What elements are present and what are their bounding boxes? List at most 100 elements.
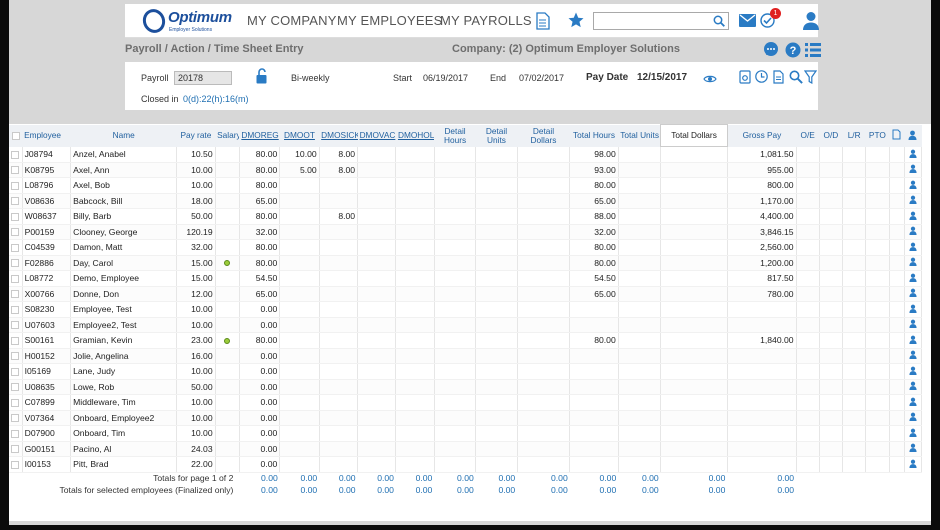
- table-row[interactable]: U08635 Lowe, Rob 50.00 0.00: [9, 379, 923, 395]
- dmovac-cell[interactable]: [357, 270, 397, 287]
- person-icon[interactable]: [909, 319, 917, 329]
- select-all-checkbox[interactable]: [9, 125, 22, 147]
- dmoot-cell[interactable]: [279, 224, 320, 240]
- dmohols-cell[interactable]: [395, 208, 435, 225]
- col-dmoreg[interactable]: DMOREG: [239, 125, 279, 147]
- dmohols-cell[interactable]: [395, 441, 435, 457]
- dmoreg-cell[interactable]: 80.00: [239, 208, 281, 225]
- dmovac-cell[interactable]: [357, 255, 397, 271]
- dmoreg-cell[interactable]: 0.00: [239, 410, 281, 426]
- dmoot-cell[interactable]: [279, 177, 320, 194]
- dmoreg-cell[interactable]: 0.00: [239, 301, 281, 318]
- person-link-cell[interactable]: [904, 425, 923, 442]
- dmosick-cell[interactable]: [319, 301, 359, 318]
- dmoot-cell[interactable]: [279, 317, 320, 333]
- employee-id[interactable]: L08772: [22, 270, 72, 287]
- row-checkbox[interactable]: [9, 317, 23, 333]
- person-link-cell[interactable]: [904, 379, 923, 395]
- dmosick-cell[interactable]: [319, 193, 359, 209]
- employee-id[interactable]: C04539: [22, 239, 72, 256]
- col-detail-dollars[interactable]: Detail Dollars: [517, 125, 570, 147]
- row-checkbox[interactable]: [9, 441, 23, 457]
- employee-id[interactable]: C07899: [22, 394, 72, 411]
- dmosick-cell[interactable]: [319, 425, 359, 442]
- dmosick-cell[interactable]: [319, 441, 359, 457]
- row-checkbox[interactable]: [9, 162, 23, 178]
- search-input[interactable]: [593, 12, 729, 30]
- payroll-number-field[interactable]: 20178: [174, 71, 232, 85]
- row-checkbox[interactable]: [9, 379, 23, 395]
- col-detail-hours[interactable]: Detail Hours: [434, 125, 475, 147]
- calculate-icon[interactable]: [755, 70, 768, 83]
- notes-icon[interactable]: [892, 129, 901, 140]
- person-icon[interactable]: [909, 211, 917, 220]
- dmosick-cell[interactable]: [319, 255, 359, 271]
- employee-id[interactable]: V08636: [22, 193, 72, 209]
- dmovac-cell[interactable]: [357, 208, 397, 225]
- dmoot-cell[interactable]: 5.00: [279, 162, 320, 178]
- person-link-cell[interactable]: [904, 286, 923, 302]
- dmoreg-cell[interactable]: 0.00: [239, 441, 281, 457]
- col-notes[interactable]: [889, 125, 904, 147]
- employee-name[interactable]: Axel, Ann: [70, 162, 178, 178]
- person-link-cell[interactable]: [904, 348, 923, 364]
- col-total-units[interactable]: Total Units: [618, 125, 660, 147]
- person-link-cell[interactable]: [904, 301, 923, 318]
- employee-name[interactable]: Clooney, George: [70, 224, 178, 240]
- employee-id[interactable]: S08230: [22, 301, 72, 318]
- employee-id[interactable]: G00151: [22, 441, 72, 457]
- table-row[interactable]: C04539 Damon, Matt 32.00 80.00 80.00 2,560.00: [9, 239, 923, 256]
- dmohols-cell[interactable]: [395, 146, 435, 163]
- row-checkbox[interactable]: [9, 146, 23, 163]
- dmoreg-cell[interactable]: 0.00: [239, 363, 281, 380]
- employee-name[interactable]: Damon, Matt: [70, 239, 178, 256]
- dmosick-cell[interactable]: [319, 177, 359, 194]
- dmosick-cell[interactable]: [319, 456, 359, 473]
- dmovac-cell[interactable]: [357, 363, 397, 380]
- dmosick-cell[interactable]: 8.00: [319, 162, 359, 178]
- person-link-cell[interactable]: [904, 193, 923, 209]
- col-pay-rate[interactable]: Pay rate: [177, 125, 215, 147]
- row-checkbox[interactable]: [9, 224, 23, 240]
- row-checkbox[interactable]: [9, 332, 23, 349]
- employee-name[interactable]: Demo, Employee: [70, 270, 178, 287]
- optimum-logo[interactable]: Optimum Employer Solutions: [139, 5, 232, 37]
- col-name[interactable]: Name: [71, 125, 177, 147]
- employee-id[interactable]: I05169: [22, 363, 72, 380]
- person-link-cell[interactable]: [904, 394, 923, 411]
- row-checkbox[interactable]: [9, 286, 23, 302]
- report-icon[interactable]: [773, 70, 784, 84]
- find-icon[interactable]: [789, 70, 803, 84]
- dmosick-cell[interactable]: [319, 317, 359, 333]
- table-row[interactable]: W08637 Billy, Barb 50.00 80.00 8.00 88.00 4,40…: [9, 208, 923, 225]
- person-link-cell[interactable]: [904, 255, 923, 271]
- employee-name[interactable]: Onboard, Employee2: [70, 410, 178, 426]
- dmoot-cell[interactable]: [279, 239, 320, 256]
- dmovac-cell[interactable]: [357, 301, 397, 318]
- employee-name[interactable]: Billy, Barb: [70, 208, 178, 225]
- person-icon[interactable]: [909, 195, 917, 205]
- employee-name[interactable]: Employee2, Test: [70, 317, 178, 333]
- dmohols-cell[interactable]: [395, 193, 435, 209]
- dmohols-cell[interactable]: [395, 425, 435, 442]
- table-row[interactable]: U07603 Employee2, Test 10.00 0.00: [9, 317, 923, 333]
- employee-id[interactable]: L08796: [22, 177, 72, 194]
- employee-name[interactable]: Babcock, Bill: [70, 193, 178, 209]
- dmosick-cell[interactable]: [319, 286, 359, 302]
- col-gross-pay[interactable]: Gross Pay: [727, 125, 796, 147]
- employee-name[interactable]: Axel, Bob: [70, 177, 178, 194]
- person-icon[interactable]: [909, 149, 917, 158]
- nav-my-employees[interactable]: MY EMPLOYEES: [337, 13, 442, 28]
- dmohols-cell[interactable]: [395, 348, 435, 364]
- employee-name[interactable]: Lane, Judy: [70, 363, 178, 380]
- row-checkbox[interactable]: [9, 301, 23, 318]
- employee-id[interactable]: U07603: [22, 317, 72, 333]
- row-checkbox[interactable]: [9, 410, 23, 426]
- dmohols-cell[interactable]: [395, 239, 435, 256]
- person-icon[interactable]: [909, 164, 917, 174]
- col-detail-units[interactable]: Detail Units: [476, 125, 517, 147]
- dmovac-cell[interactable]: [357, 162, 397, 178]
- col-oe[interactable]: O/E: [796, 125, 819, 147]
- person-icon[interactable]: [909, 412, 917, 422]
- dmoot-cell[interactable]: [279, 301, 320, 318]
